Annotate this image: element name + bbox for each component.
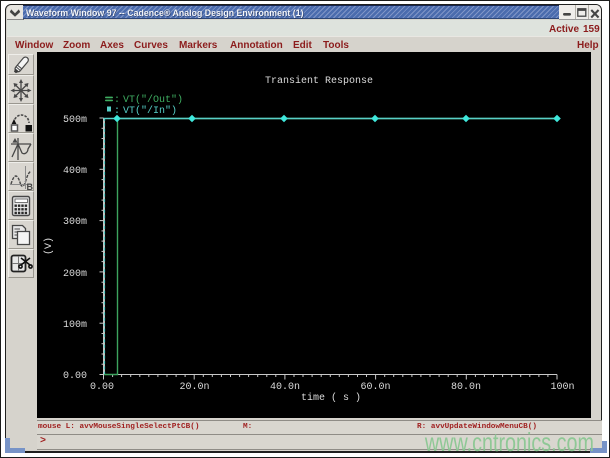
svg-text:100m: 100m xyxy=(63,320,87,331)
svg-text:40.0n: 40.0n xyxy=(270,382,300,393)
svg-text:300m: 300m xyxy=(63,217,87,228)
svg-text:200m: 200m xyxy=(63,269,87,280)
svg-text:20.0n: 20.0n xyxy=(179,382,209,393)
svg-text:400m: 400m xyxy=(63,166,87,177)
svg-text:60.0n: 60.0n xyxy=(360,382,390,393)
svg-text:B: B xyxy=(27,182,34,191)
svg-text:VT("/Out"): VT("/Out") xyxy=(123,94,183,106)
svg-text:0.00: 0.00 xyxy=(63,371,87,382)
svg-text:500m: 500m xyxy=(63,115,87,126)
svg-text:time ( s ): time ( s ) xyxy=(301,392,361,404)
svg-text::: : xyxy=(114,95,120,106)
svg-text:80.0n: 80.0n xyxy=(451,382,481,393)
svg-text:VT("/In"): VT("/In") xyxy=(123,105,177,117)
svg-text:0.00: 0.00 xyxy=(90,382,114,393)
svg-text:Transient Response: Transient Response xyxy=(265,75,373,87)
svg-text:100n: 100n xyxy=(550,382,574,393)
svg-text:(V): (V) xyxy=(43,237,55,255)
